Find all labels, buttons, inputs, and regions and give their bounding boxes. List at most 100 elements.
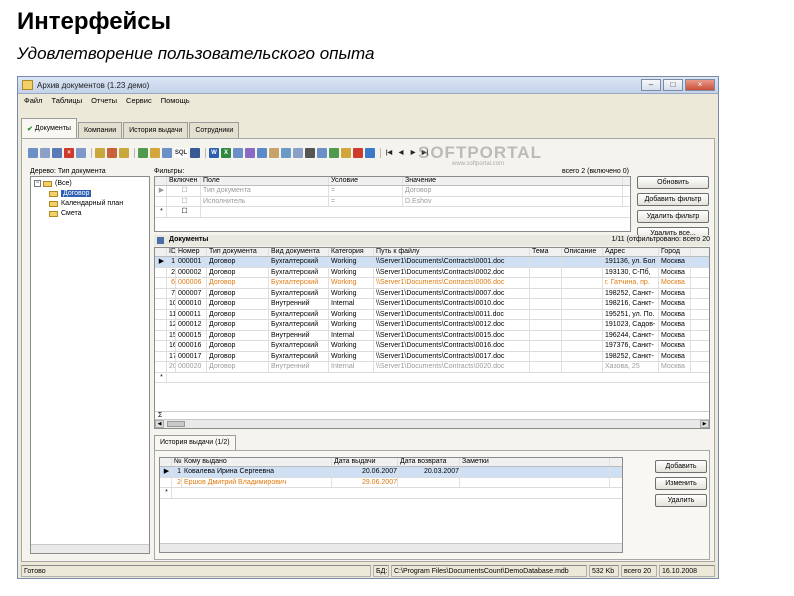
menu-service[interactable]: Сервис — [126, 96, 152, 105]
column-header[interactable]: Условие — [329, 177, 403, 185]
delete-icon[interactable]: × — [64, 148, 74, 158]
column-header[interactable]: Номер — [176, 248, 207, 256]
tab-history-bottom[interactable]: История выдачи (1/2) — [154, 435, 236, 450]
column-header[interactable]: Вид документа — [269, 248, 329, 256]
column-header[interactable]: ID — [167, 248, 176, 256]
pencil-icon[interactable] — [52, 148, 62, 158]
refresh-icon[interactable] — [138, 148, 148, 158]
filter-field[interactable]: Исполнитель — [201, 196, 329, 206]
table-row[interactable]: 7 000007 Договор Бухгалтерский Working \\Serv… — [155, 288, 709, 299]
column-header[interactable]: Включен — [167, 177, 201, 185]
tree-horizontal-scrollbar[interactable] — [31, 544, 149, 553]
tree-item-calendar-plan[interactable]: Календарный план — [49, 200, 123, 207]
tree-item-contract[interactable]: Договор — [49, 190, 92, 197]
new-document-icon[interactable] — [28, 148, 38, 158]
column-header[interactable]: № — [172, 458, 182, 466]
table-row[interactable]: 12000012ДоговорБухгалтерскийWorking\\Ser… — [155, 320, 709, 331]
filter-new-row[interactable]: * ☐ — [155, 207, 630, 218]
column-header[interactable]: Дата возврата — [398, 458, 460, 466]
table-row[interactable]: ▶ 1 Ковалева Ирина Сергеевна 20.06.2007 20.0… — [160, 467, 622, 478]
close-button[interactable]: × — [685, 79, 715, 91]
add-filter-button[interactable]: Добавить фильтр — [637, 193, 709, 206]
column-header[interactable]: Адрес — [603, 248, 659, 256]
copy-icon[interactable] — [76, 148, 86, 158]
print-icon[interactable] — [305, 148, 315, 158]
calendar-icon[interactable] — [341, 148, 351, 158]
next-record-icon[interactable]: ▶ — [408, 148, 418, 158]
filter-settings-icon[interactable] — [119, 148, 129, 158]
documents-horizontal-scrollbar[interactable]: ◀ ▶ — [155, 419, 709, 428]
report-icon[interactable] — [190, 148, 200, 158]
minimize-button[interactable]: – — [641, 79, 661, 91]
table-row[interactable]: 15000015ДоговорВнутреннийInternal\\Serve… — [155, 330, 709, 341]
table-row[interactable]: ▶ 1 000001 Договор Бухгалтерский Working \\Ser… — [155, 257, 709, 268]
attach-icon[interactable] — [281, 148, 291, 158]
list-icon[interactable] — [257, 148, 267, 158]
remove-filter-button[interactable]: Удалить фильтр — [637, 210, 709, 223]
column-header[interactable]: Заметки — [460, 458, 610, 466]
column-header[interactable]: Тип документа — [207, 248, 269, 256]
tab-documents[interactable]: ✔ Документы — [21, 118, 77, 138]
filter-icon[interactable] — [95, 148, 105, 158]
export-icon[interactable] — [233, 148, 243, 158]
help-icon[interactable] — [353, 148, 363, 158]
column-header[interactable]: Тема — [530, 248, 562, 256]
enabled-checkbox[interactable]: ☐ — [167, 207, 201, 217]
filter-row[interactable]: ☐ Исполнитель = D.Eshov — [155, 196, 630, 207]
enabled-checkbox[interactable]: ☐ — [167, 196, 201, 206]
table-row[interactable]: 2 000002 Договор Бухгалтерский Working \\Serv… — [155, 267, 709, 278]
import-icon[interactable] — [245, 148, 255, 158]
excel-icon[interactable]: X — [221, 148, 231, 158]
tree-item-estimate[interactable]: Смета — [49, 210, 82, 217]
collapse-icon[interactable]: − — [34, 180, 41, 187]
table-row[interactable]: 6 000006 Договор Бухгалтерский Working \\Serv… — [155, 278, 709, 289]
column-header[interactable]: Дата выдачи — [332, 458, 398, 466]
query-icon[interactable] — [162, 148, 172, 158]
tab-history[interactable]: История выдачи — [123, 122, 189, 138]
history-new-row[interactable]: * — [160, 488, 622, 499]
table-row[interactable]: 17000017ДоговорБухгалтерскийWorking\\Ser… — [155, 351, 709, 362]
table-row[interactable]: 2 Ершов Дмитрий Владимирович 29.06.2007 — [160, 477, 622, 488]
filter-field[interactable]: Тип документа — [201, 186, 329, 196]
column-header[interactable]: Поле — [201, 177, 329, 185]
tab-employees[interactable]: Сотрудники — [189, 122, 240, 138]
filter-value[interactable]: Договор — [403, 186, 623, 196]
filter-row[interactable]: ▶ ☐ Тип документа = Договор — [155, 186, 630, 197]
book-icon[interactable] — [293, 148, 303, 158]
delete-button[interactable]: Удалить — [655, 494, 707, 507]
filter-value[interactable]: D.Eshov — [403, 196, 623, 206]
settings-icon[interactable] — [329, 148, 339, 158]
documents-new-row[interactable]: * — [155, 372, 709, 383]
edit-button[interactable]: Изменить — [655, 477, 707, 490]
info-icon[interactable] — [365, 148, 375, 158]
preview-icon[interactable] — [317, 148, 327, 158]
enabled-checkbox[interactable]: ☐ — [167, 186, 201, 196]
archive-icon[interactable] — [269, 148, 279, 158]
menu-help[interactable]: Помощь — [161, 96, 190, 105]
table-row[interactable]: 16000016ДоговорБухгалтерскийWorking\\Ser… — [155, 341, 709, 352]
table-row[interactable]: 11 000011 Договор Бухгалтерский Working \\Ser… — [155, 309, 709, 320]
first-record-icon[interactable]: |◀ — [384, 148, 394, 158]
edit-icon[interactable] — [40, 148, 50, 158]
add-button[interactable]: Добавить — [655, 460, 707, 473]
tab-companies[interactable]: Компании — [77, 122, 123, 138]
table-row[interactable]: 20000020ДоговорВнутреннийInternal\\Serve… — [155, 362, 709, 373]
column-header[interactable]: Значение — [403, 177, 623, 185]
word-icon[interactable]: W — [209, 148, 219, 158]
column-header[interactable]: Город — [659, 248, 691, 256]
scroll-right-icon[interactable]: ▶ — [700, 420, 709, 428]
column-header[interactable]: Описание — [562, 248, 603, 256]
refresh-button[interactable]: Обновить — [637, 176, 709, 189]
scroll-thumb[interactable] — [167, 421, 185, 427]
menu-file[interactable]: Файл — [24, 96, 42, 105]
filter-condition[interactable]: = — [329, 196, 403, 206]
table-row[interactable]: 10000010ДоговорВнутреннийInternal\\Serve… — [155, 299, 709, 310]
scroll-left-icon[interactable]: ◀ — [155, 420, 164, 428]
folder-open-icon[interactable] — [150, 148, 160, 158]
column-header[interactable]: Категория — [329, 248, 374, 256]
menu-tables[interactable]: Таблицы — [51, 96, 82, 105]
clear-filter-icon[interactable] — [107, 148, 117, 158]
column-header[interactable]: Путь к файлу — [374, 248, 530, 256]
menu-reports[interactable]: Отчеты — [91, 96, 117, 105]
history-horizontal-scrollbar[interactable] — [160, 543, 622, 552]
